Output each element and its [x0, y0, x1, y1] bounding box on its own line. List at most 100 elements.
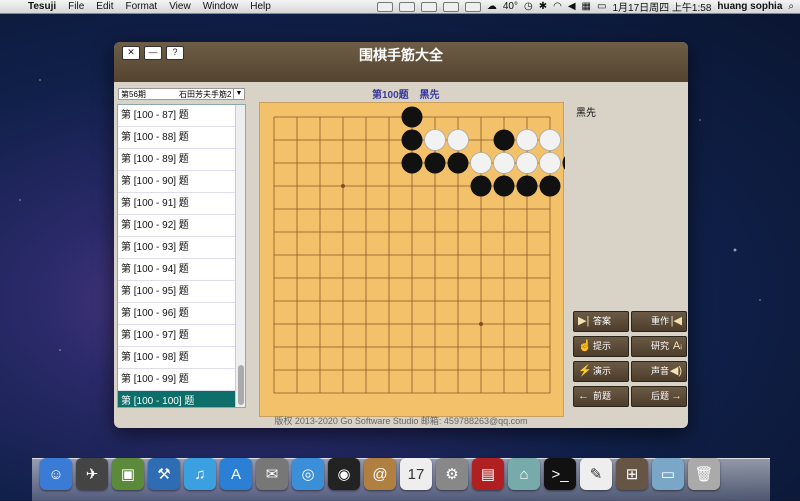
list-scrollbar[interactable] [235, 105, 245, 407]
next-problem-button[interactable]: 后题 → [631, 386, 687, 407]
answer-button[interactable]: ▶| 答案 [573, 311, 629, 332]
wifi-icon[interactable]: ◠ [553, 1, 562, 12]
problem-list-item[interactable]: 第 [100 - 88] 题 [118, 127, 236, 149]
redo-button[interactable]: 重作 |◀ [631, 311, 687, 332]
problem-list-item[interactable]: 第 [100 - 89] 题 [118, 149, 236, 171]
status-icon[interactable] [398, 1, 415, 12]
volume-icon[interactable]: ◀ [568, 1, 576, 12]
speaker-icon: ◀) [669, 365, 682, 377]
side-to-play-label: 黑先 [576, 108, 596, 119]
arrow-left-icon: ← [578, 390, 589, 402]
go-board-grid[interactable] [260, 103, 584, 418]
copyright-footer: 版权 2013-2020 Go Software Studio 邮箱: 4597… [274, 416, 528, 426]
problem-list-item[interactable]: 第 [100 - 100] 题 [118, 391, 236, 407]
terminal-icon[interactable]: >_ [544, 458, 576, 490]
trash-icon[interactable]: 🗑 [688, 458, 720, 490]
minimize-button[interactable]: — [144, 46, 162, 60]
hint-button[interactable]: ☝ 提示 [573, 336, 629, 357]
book-select-value: 石田芳夫手筋2 [179, 90, 232, 99]
menubar-clock[interactable]: 1月17日周四 上午1:58 [612, 0, 711, 14]
preview-icon[interactable]: ▣ [112, 458, 144, 490]
weather-icon[interactable]: ☁ [487, 1, 497, 12]
volume-select-value: 第56期 [121, 90, 146, 99]
black-stone [516, 175, 538, 197]
window-title: 围棋手筋大全 [359, 47, 443, 63]
appstore-icon[interactable]: A [220, 458, 252, 490]
chevron-down-icon[interactable]: ▼ [233, 89, 244, 99]
black-stone [401, 106, 423, 128]
status-icon[interactable] [376, 1, 393, 12]
problem-heading: 第100题 黑先 [372, 86, 447, 101]
contacts-icon[interactable]: @ [364, 458, 396, 490]
demo-button[interactable]: ⚡ 演示 [573, 361, 629, 382]
xcode-icon[interactable]: ⚒ [148, 458, 180, 490]
textedit-icon[interactable]: ✎ [580, 458, 612, 490]
white-stone [539, 152, 561, 174]
problem-list-item[interactable]: 第 [100 - 98] 题 [118, 347, 236, 369]
problem-list[interactable]: 第 [100 - 87] 题第 [100 - 88] 题第 [100 - 89]… [117, 104, 246, 408]
problem-list-item[interactable]: 第 [100 - 93] 题 [118, 237, 236, 259]
menu-app-name[interactable]: Tesuji [22, 1, 62, 12]
help-button[interactable]: ? [166, 46, 184, 60]
user-name[interactable]: huang sophia [717, 1, 782, 12]
finder-icon[interactable]: ☺ [40, 458, 72, 490]
black-stone [401, 152, 423, 174]
status-icon[interactable] [420, 1, 437, 12]
problem-list-item[interactable]: 第 [100 - 94] 题 [118, 259, 236, 281]
menu-help[interactable]: Help [244, 1, 277, 12]
problem-list-item[interactable]: 第 [100 - 96] 题 [118, 303, 236, 325]
skip-start-icon: |◀ [670, 315, 682, 327]
itunes-icon[interactable]: ♫ [184, 458, 216, 490]
temperature[interactable]: 40° [503, 1, 518, 12]
problem-list-item[interactable]: 第 [100 - 92] 题 [118, 215, 236, 237]
system-preferences-icon[interactable]: ⚙ [436, 458, 468, 490]
problem-list-item[interactable]: 第 [100 - 95] 题 [118, 281, 236, 303]
flag-icon[interactable]: ▦ [582, 1, 591, 12]
safari-icon[interactable]: ◎ [292, 458, 324, 490]
black-stone [493, 129, 515, 151]
bluetooth-icon[interactable]: ✱ [539, 1, 547, 12]
clock-icon[interactable]: ◷ [524, 1, 533, 12]
study-button[interactable]: 研究 Aᵢ [631, 336, 687, 357]
volume-select[interactable]: 第56期 石田芳夫手筋2 ▼ [118, 88, 245, 100]
facetime-icon[interactable]: ◉ [328, 458, 360, 490]
lightning-icon: ⚡ [578, 365, 592, 377]
menu-file[interactable]: File [62, 1, 90, 12]
tesuji-icon[interactable]: ⊞ [616, 458, 648, 490]
black-stone [424, 152, 446, 174]
menu-view[interactable]: View [163, 1, 197, 12]
menu-format[interactable]: Format [120, 1, 164, 12]
rocket-icon[interactable]: ✈ [76, 458, 108, 490]
problem-list-item[interactable]: 第 [100 - 90] 题 [118, 171, 236, 193]
menu-edit[interactable]: Edit [90, 1, 119, 12]
previous-problem-button[interactable]: ← 前题 [573, 386, 629, 407]
menu-bar: Tesuji File Edit Format View Window Help… [0, 0, 800, 14]
black-stone [470, 175, 492, 197]
problem-number: 第100题 [372, 90, 409, 101]
status-icon[interactable] [464, 1, 481, 12]
problem-list-item[interactable]: 第 [100 - 91] 题 [118, 193, 236, 215]
mail-icon[interactable]: ✉ [256, 458, 288, 490]
status-icon[interactable] [442, 1, 459, 12]
title-bar: 围棋手筋大全 ✕ — ? [114, 42, 688, 82]
scrollbar-thumb[interactable] [238, 365, 244, 405]
network-icon[interactable]: ⌂ [508, 458, 540, 490]
sound-button[interactable]: 声音 ◀) [631, 361, 687, 382]
white-stone [470, 152, 492, 174]
problem-list-item[interactable]: 第 [100 - 87] 题 [118, 105, 236, 127]
problem-list-item[interactable]: 第 [100 - 97] 题 [118, 325, 236, 347]
menu-window[interactable]: Window [197, 1, 245, 12]
close-button[interactable]: ✕ [122, 46, 140, 60]
folder-icon[interactable]: ▭ [652, 458, 684, 490]
spotlight-search-icon[interactable]: ⌕ [788, 1, 794, 12]
photobooth-icon[interactable]: ▤ [472, 458, 504, 490]
arrow-right-icon: → [671, 390, 682, 402]
problem-list-item[interactable]: 第 [100 - 99] 题 [118, 369, 236, 391]
go-board[interactable] [259, 102, 584, 418]
battery-icon[interactable]: ▭ [597, 1, 606, 12]
white-stone [447, 129, 469, 151]
black-stone [447, 152, 469, 174]
calendar-icon[interactable]: 17 [400, 458, 432, 490]
star-point [479, 322, 483, 326]
white-stone [493, 152, 515, 174]
